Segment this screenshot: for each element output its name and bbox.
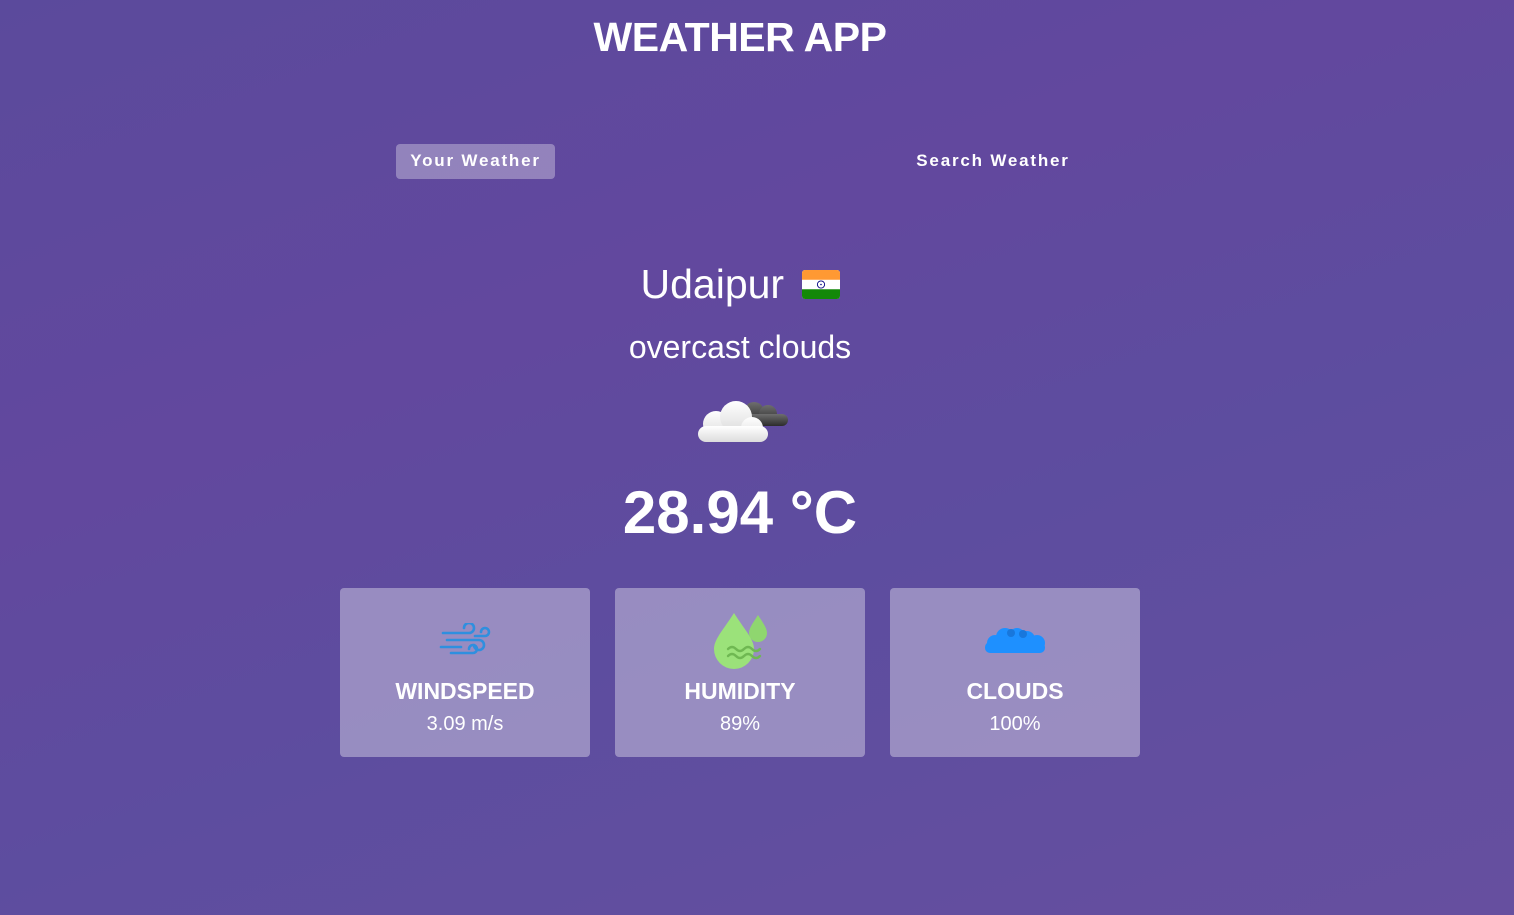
temperature: 28.94 °C <box>622 479 858 546</box>
clouds-value: 100% <box>989 713 1041 735</box>
wind-icon <box>439 623 491 655</box>
app-title: WEATHER APP <box>593 14 887 60</box>
clouds-card: CLOUDS 100% <box>890 588 1140 757</box>
humidity-label: HUMIDITY <box>684 678 796 704</box>
weather-description: overcast clouds <box>628 329 852 365</box>
windspeed-value: 3.09 m/s <box>426 713 504 735</box>
windspeed-card: WINDSPEED 3.09 m/s <box>340 588 590 757</box>
humidity-droplets-icon <box>714 613 767 669</box>
city-row: Udaipur <box>0 256 1480 312</box>
tab-search-weather[interactable]: Search Weather <box>905 144 1081 179</box>
humidity-card: HUMIDITY 89% <box>615 588 865 757</box>
tab-your-weather[interactable]: Your Weather <box>396 144 555 179</box>
clouds-label: CLOUDS <box>966 678 1064 704</box>
clouds-icon <box>985 628 1045 653</box>
windspeed-label: WINDSPEED <box>395 678 535 704</box>
cloud-with-moon-icon <box>698 401 788 442</box>
humidity-value: 89% <box>719 713 761 735</box>
city-name: Udaipur <box>640 261 785 307</box>
india-flag-icon <box>801 269 840 299</box>
